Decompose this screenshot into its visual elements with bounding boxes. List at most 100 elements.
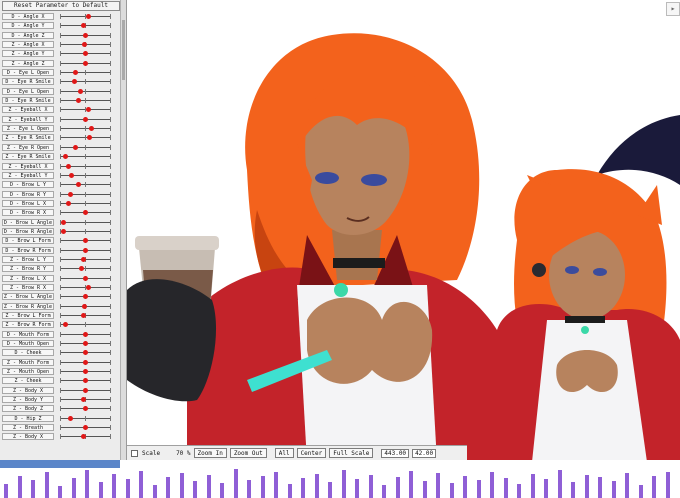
slider-knob[interactable] — [83, 378, 88, 384]
parameter-slider[interactable] — [60, 378, 111, 384]
parameter-slider[interactable] — [60, 107, 111, 113]
parameter-slider[interactable] — [60, 415, 111, 421]
parameter-slider[interactable] — [60, 350, 111, 356]
parameter-slider[interactable] — [60, 98, 111, 104]
slider-knob[interactable] — [79, 266, 84, 272]
slider-knob[interactable] — [83, 359, 88, 365]
slider-knob[interactable] — [83, 350, 88, 356]
slider-knob[interactable] — [72, 79, 77, 85]
slider-knob[interactable] — [87, 135, 92, 141]
coord-x-field[interactable]: 443.00 — [381, 448, 410, 458]
parameter-slider[interactable] — [60, 191, 111, 197]
slider-knob[interactable] — [75, 98, 81, 104]
slider-knob[interactable] — [60, 228, 66, 234]
parameter-slider[interactable] — [60, 144, 111, 150]
slider-knob[interactable] — [65, 163, 71, 169]
parameter-slider[interactable] — [60, 135, 111, 141]
slider-knob[interactable] — [73, 144, 78, 150]
parameter-slider[interactable] — [60, 219, 111, 225]
parameter-slider[interactable] — [60, 341, 111, 347]
parameter-slider[interactable] — [60, 163, 111, 169]
parameter-slider[interactable] — [60, 331, 111, 337]
parameter-slider[interactable] — [60, 434, 111, 440]
center-button[interactable]: Center — [296, 448, 327, 458]
slider-knob[interactable] — [83, 51, 88, 57]
parameter-slider[interactable] — [60, 266, 111, 272]
slider-knob[interactable] — [82, 42, 87, 48]
parameter-slider[interactable] — [60, 14, 111, 19]
parameter-slider[interactable] — [60, 303, 111, 309]
slider-knob[interactable] — [83, 275, 88, 281]
parameter-slider[interactable] — [60, 406, 111, 412]
parameter-slider[interactable] — [60, 247, 111, 253]
slider-knob[interactable] — [83, 32, 88, 38]
parameter-slider[interactable] — [60, 154, 111, 160]
parameter-slider[interactable] — [60, 313, 111, 318]
slider-knob[interactable] — [65, 200, 71, 206]
slider-knob[interactable] — [83, 294, 88, 300]
slider-knob[interactable] — [82, 303, 87, 309]
slider-knob[interactable] — [75, 182, 81, 188]
parameter-slider[interactable] — [60, 79, 111, 85]
all-button[interactable]: All — [274, 448, 294, 458]
parameter-slider[interactable] — [60, 42, 111, 48]
slider-knob[interactable] — [83, 247, 88, 253]
slider-knob[interactable] — [68, 191, 73, 197]
parameter-slider[interactable] — [60, 359, 111, 365]
panel-scrollbar[interactable] — [120, 0, 126, 462]
slider-knob[interactable] — [80, 397, 86, 403]
zoom-out-button[interactable]: Zoom Out — [229, 448, 267, 458]
scrollbar-thumb[interactable] — [122, 20, 125, 80]
canvas-scroll-right-icon[interactable]: ▸ — [666, 2, 680, 16]
slider-knob[interactable] — [83, 425, 88, 431]
parameter-slider[interactable] — [60, 116, 111, 122]
parameter-slider[interactable] — [60, 284, 111, 290]
parameter-slider[interactable] — [60, 23, 111, 29]
parameter-slider[interactable] — [60, 387, 111, 393]
slider-knob[interactable] — [85, 107, 91, 113]
slider-knob[interactable] — [63, 322, 68, 328]
slider-knob[interactable] — [83, 210, 88, 216]
slider-knob[interactable] — [85, 14, 91, 19]
slider-knob[interactable] — [83, 116, 88, 122]
parameter-slider[interactable] — [60, 238, 111, 244]
parameter-slider[interactable] — [60, 60, 111, 66]
parameter-slider[interactable] — [60, 294, 111, 300]
parameter-slider[interactable] — [60, 51, 111, 57]
parameter-slider[interactable] — [60, 88, 111, 94]
slider-knob[interactable] — [80, 313, 86, 318]
slider-knob[interactable] — [83, 406, 88, 412]
parameter-slider[interactable] — [60, 397, 111, 403]
parameter-slider[interactable] — [60, 126, 111, 132]
parameter-slider[interactable] — [60, 256, 111, 262]
parameter-slider[interactable] — [60, 70, 111, 76]
slider-knob[interactable] — [83, 387, 88, 393]
parameter-slider[interactable] — [60, 32, 111, 38]
slider-knob[interactable] — [69, 172, 74, 178]
slider-knob[interactable] — [85, 284, 91, 290]
parameter-slider[interactable] — [60, 275, 111, 281]
slider-knob[interactable] — [63, 154, 68, 160]
model-canvas[interactable]: ▸ — [127, 0, 680, 462]
parameter-slider[interactable] — [60, 210, 111, 216]
parameter-slider[interactable] — [60, 369, 111, 375]
coord-y-field[interactable]: 42.00 — [412, 448, 437, 458]
slider-knob[interactable] — [73, 70, 78, 76]
slider-knob[interactable] — [80, 256, 86, 262]
slider-knob[interactable] — [89, 126, 94, 132]
slider-knob[interactable] — [68, 415, 73, 421]
parameter-slider[interactable] — [60, 228, 111, 234]
parameter-slider[interactable] — [60, 200, 111, 206]
slider-knob[interactable] — [83, 341, 88, 347]
slider-knob[interactable] — [83, 60, 88, 66]
parameter-slider[interactable] — [60, 182, 111, 188]
slider-knob[interactable] — [80, 23, 86, 29]
scale-checkbox[interactable] — [131, 449, 138, 457]
full-scale-button[interactable]: Full Scale — [329, 448, 374, 458]
slider-knob[interactable] — [60, 219, 66, 225]
slider-knob[interactable] — [83, 331, 88, 337]
slider-knob[interactable] — [78, 88, 83, 94]
parameter-slider[interactable] — [60, 172, 111, 178]
zoom-in-button[interactable]: Zoom In — [193, 448, 227, 458]
reset-parameters-button[interactable]: Reset Parameter to Default — [2, 1, 120, 11]
